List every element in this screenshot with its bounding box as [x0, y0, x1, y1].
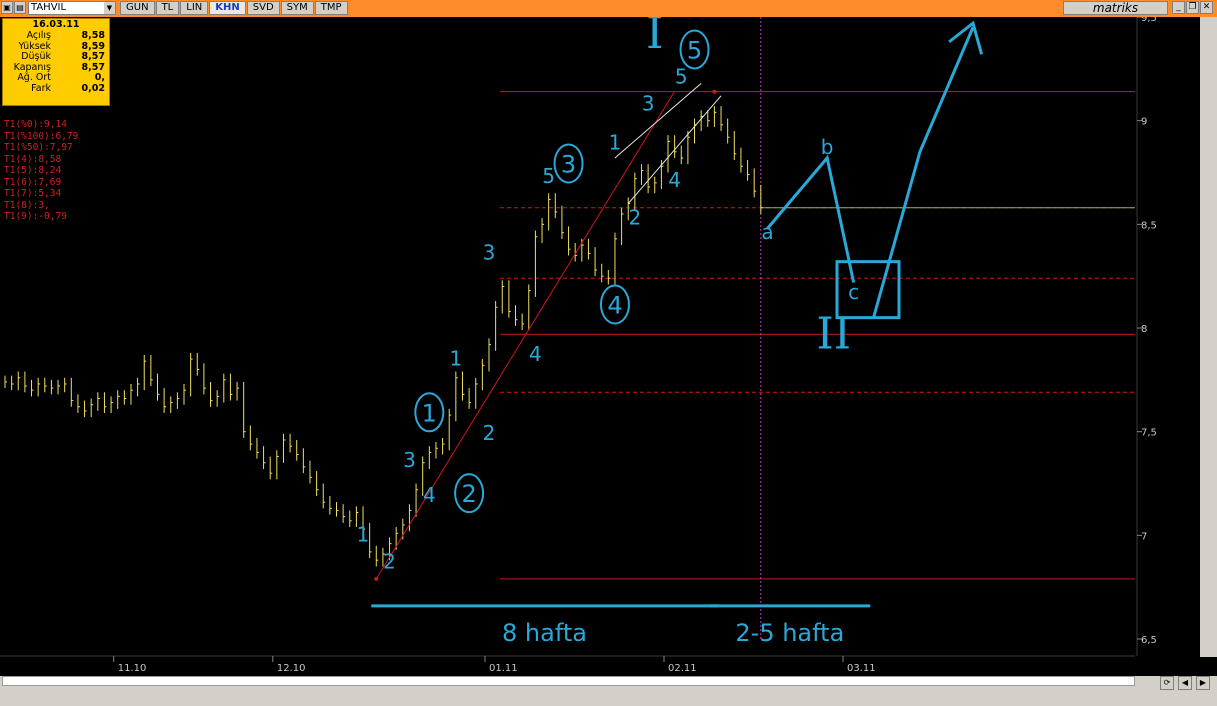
price-chart[interactable]: 9,598,587,576,511.10 12.10 01.11 02.11 03.11…	[0, 17, 1217, 676]
period-label: 2-5 hafta	[735, 619, 844, 647]
wave-label-circled: 5	[687, 36, 702, 64]
period-tabs: GUN TL LIN KHN SVD SYM TMP	[120, 1, 349, 15]
horizontal-scrollbar[interactable]: ⟳ ◀ ▶	[0, 676, 1217, 706]
wave-label: 2	[628, 205, 641, 229]
level-list: T1(%0):9,14 T1(%100):6,79 T1(%50):7,97 T…	[4, 119, 78, 223]
level-item: T1(%0):9,14	[4, 119, 67, 130]
level-item: T1(5):8,24	[4, 165, 62, 176]
info-value: 8,58	[81, 30, 105, 41]
info-row: Ağ. Ort 0,	[3, 72, 109, 84]
tab-svd[interactable]: SVD	[246, 1, 280, 15]
wave-label: 4	[668, 168, 681, 192]
info-row: Düşük 8,57	[3, 51, 109, 63]
ohlc-info-box: 16.03.11 Açılış 8,58 Yüksek 8,59 Düşük 8,57…	[2, 18, 110, 106]
info-value: 0,	[94, 72, 105, 83]
y-tick-label: 8,5	[1141, 220, 1157, 231]
refresh-icon[interactable]: ⟳	[1160, 676, 1174, 690]
scroll-right-icon[interactable]: ▶	[1196, 676, 1210, 690]
wave-label: 5	[675, 64, 688, 88]
level-item: T1(%50):7,97	[4, 142, 73, 153]
wave-label: 2	[383, 550, 396, 574]
tab-tl[interactable]: TL	[155, 1, 180, 15]
window-buttons: _ ❐ ✕	[1172, 1, 1213, 14]
x-tick-label: 12.10	[277, 663, 306, 674]
wave-label: 5	[542, 164, 555, 188]
wave-label: c	[848, 280, 859, 304]
wave-label: 3	[483, 241, 496, 265]
info-value: 0,02	[81, 82, 105, 94]
wave-label-circled: 4	[607, 291, 622, 319]
y-tick-label: 7	[1141, 531, 1147, 542]
y-tick-label: 6,5	[1141, 635, 1157, 646]
tab-gun[interactable]: GUN	[120, 1, 155, 15]
wave-label-circled: 1	[422, 399, 437, 427]
level-item: T1(9):-0,79	[4, 211, 67, 222]
wave-label: 1	[357, 523, 370, 547]
marker-point	[712, 89, 717, 94]
chevron-down-icon[interactable]: ▼	[104, 2, 115, 14]
roman-wave-label: I	[646, 17, 663, 59]
tab-sym[interactable]: SYM	[280, 1, 314, 15]
info-label: Açılış	[26, 30, 51, 41]
wave-label: 3	[642, 91, 655, 115]
y-tick-label: 8	[1141, 324, 1147, 335]
close-icon[interactable]: ✕	[1200, 1, 1213, 14]
toolbar: ▣ ▤ TAHVIL ▼ GUN TL LIN KHN SVD SYM TMP …	[0, 0, 1217, 18]
tab-khn[interactable]: KHN	[209, 1, 246, 15]
symbol-select-value: TAHVIL	[31, 2, 67, 13]
symbol-select[interactable]: TAHVIL ▼	[28, 1, 116, 15]
x-tick-label: 03.11	[847, 663, 876, 674]
wave-label: 4	[529, 342, 542, 366]
maximize-icon[interactable]: ❐	[1186, 1, 1199, 14]
info-label: Ağ. Ort	[17, 72, 51, 83]
level-item: T1(7):5,34	[4, 188, 62, 199]
marker-point	[374, 576, 379, 581]
y-tick-label: 9	[1141, 117, 1147, 128]
level-item: T1(4):8,58	[4, 153, 62, 165]
wave-label: 2	[483, 421, 496, 445]
info-value: 8,57	[81, 51, 105, 62]
info-row: Fark 0,02	[3, 82, 109, 95]
tab-lin[interactable]: LIN	[180, 1, 209, 15]
level-item: T1(%100):6,79	[4, 130, 79, 142]
wave-label: 3	[403, 448, 416, 472]
wave-label: 4	[423, 483, 436, 507]
x-tick-label: 11.10	[118, 663, 147, 674]
scroll-left-icon[interactable]: ◀	[1178, 676, 1192, 690]
tab-tmp[interactable]: TMP	[314, 1, 348, 15]
window-menu-icon[interactable]: ▣	[1, 1, 13, 14]
info-label: Düşük	[21, 51, 51, 62]
y-tick-label: 7,5	[1141, 428, 1157, 439]
x-tick-label: 01.11	[489, 663, 518, 674]
vertical-scrollbar	[1200, 17, 1217, 657]
level-item: T1(6):7,69	[4, 176, 62, 188]
chart-background	[0, 17, 1217, 676]
period-label: 8 hafta	[502, 619, 587, 647]
info-row: Açılış 8,58	[3, 30, 109, 42]
wave-label-circled: 3	[561, 151, 576, 179]
wave-label-circled: 2	[461, 480, 476, 508]
x-tick-label: 02.11	[668, 663, 697, 674]
wave-label: 1	[609, 131, 622, 155]
wave-label: b	[821, 135, 834, 159]
toolbar-icons: ▣ ▤	[1, 1, 26, 14]
scrollbar-track[interactable]	[2, 676, 1135, 686]
minimize-icon[interactable]: _	[1172, 1, 1185, 14]
restore-icon[interactable]: ▤	[14, 1, 26, 14]
brand-logo: matriks	[1063, 1, 1168, 15]
level-item: T1(8):3,	[4, 199, 50, 211]
info-label: Fark	[31, 82, 51, 94]
y-tick-label: 9,5	[1141, 17, 1157, 24]
wave-label: 1	[449, 346, 462, 370]
